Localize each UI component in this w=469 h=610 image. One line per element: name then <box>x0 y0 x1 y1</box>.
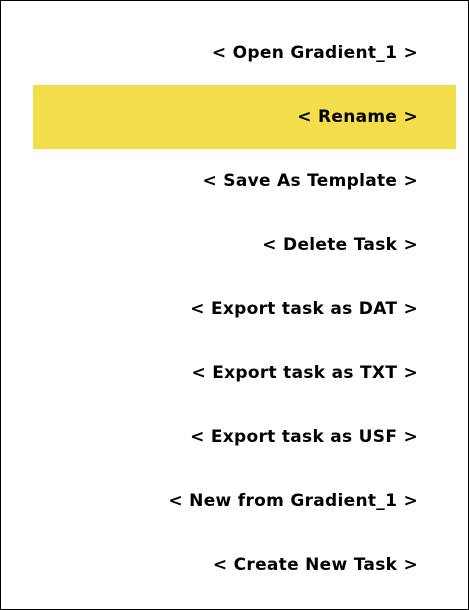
menu-item-export-txt[interactable]: < Export task as TXT > <box>1 341 468 405</box>
menu-item-rename[interactable]: < Rename > <box>33 85 456 149</box>
menu-item-create-new-task[interactable]: < Create New Task > <box>1 533 468 597</box>
menu-item-save-as-template[interactable]: < Save As Template > <box>1 149 468 213</box>
menu-item-new-from-gradient[interactable]: < New from Gradient_1 > <box>1 469 468 533</box>
context-menu-panel: < Open Gradient_1 > < Rename > < Save As… <box>0 0 469 610</box>
menu-item-delete-task[interactable]: < Delete Task > <box>1 213 468 277</box>
menu-item-open-gradient[interactable]: < Open Gradient_1 > <box>1 21 468 85</box>
menu-item-export-usf[interactable]: < Export task as USF > <box>1 405 468 469</box>
context-menu-list: < Open Gradient_1 > < Rename > < Save As… <box>1 21 468 597</box>
menu-item-export-dat[interactable]: < Export task as DAT > <box>1 277 468 341</box>
